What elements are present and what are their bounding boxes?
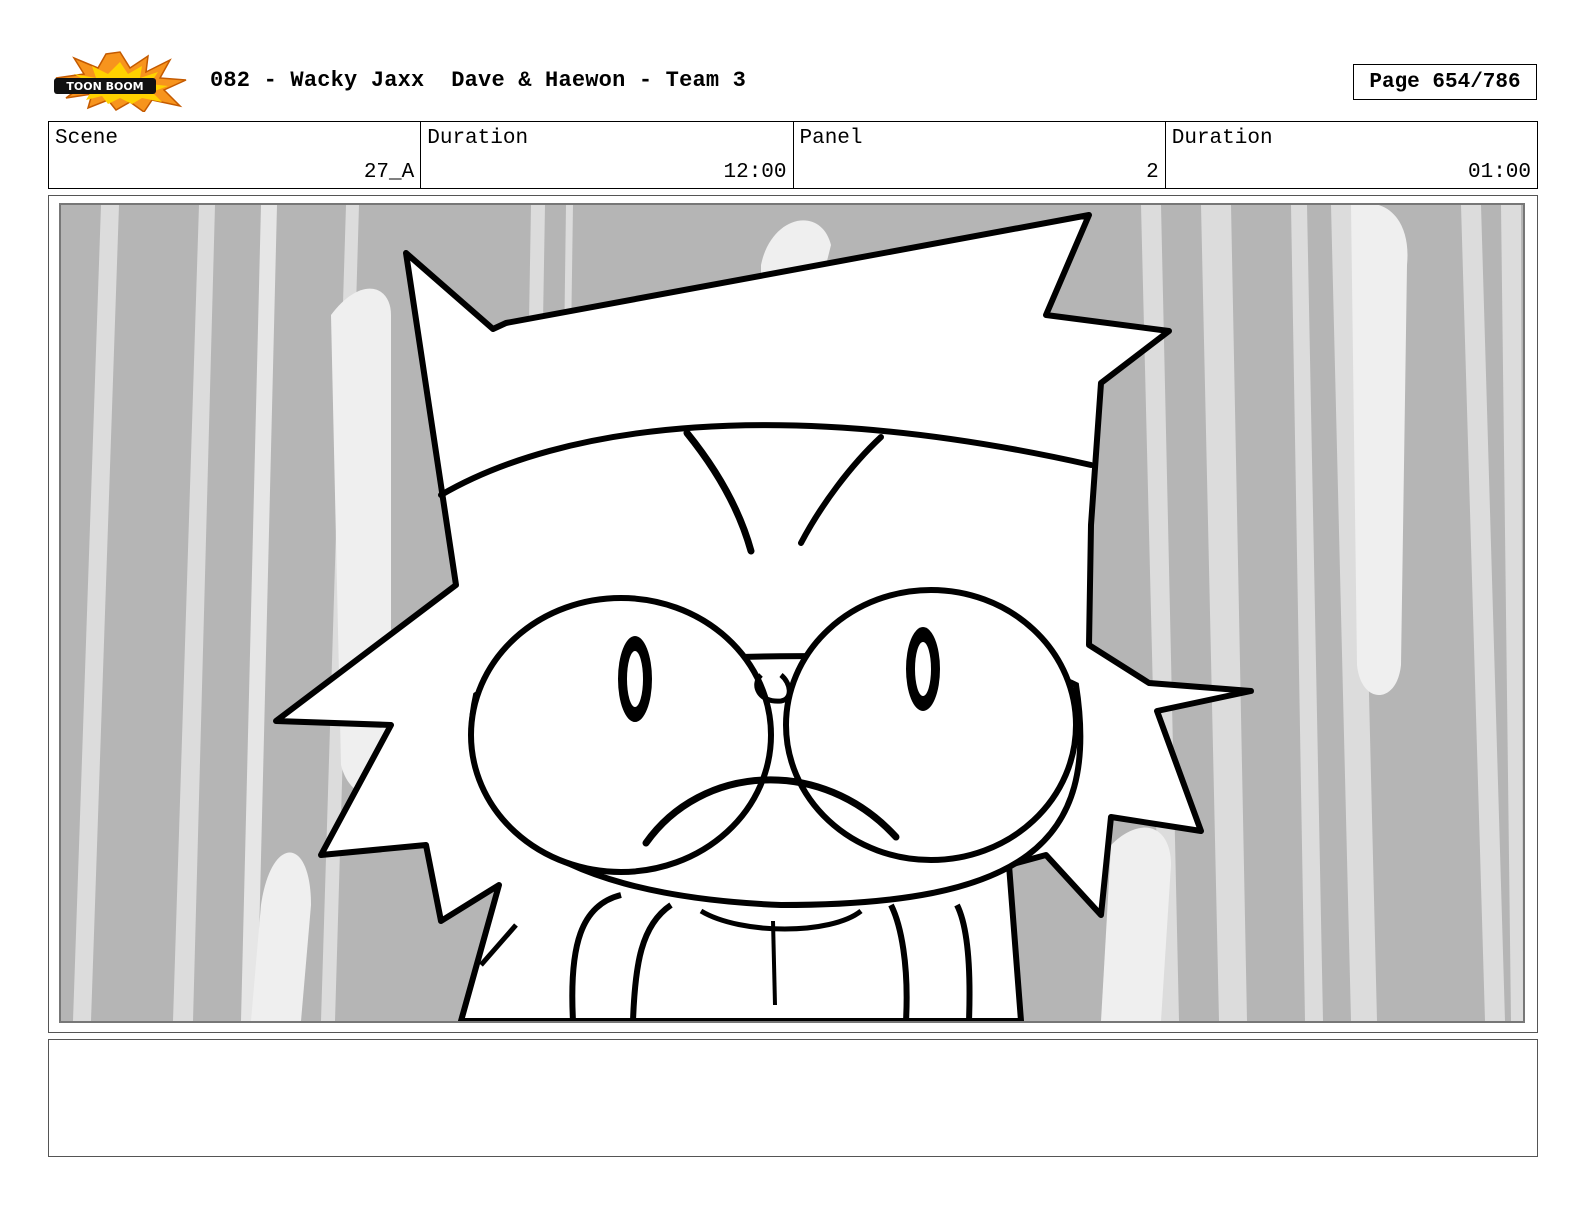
scene-duration-label: Duration bbox=[427, 127, 529, 150]
panel-label: Panel bbox=[799, 127, 863, 150]
storyboard-panel-image bbox=[59, 203, 1525, 1023]
logo-text: TOON BOOM bbox=[66, 80, 143, 93]
left-eye bbox=[468, 595, 774, 875]
panel-notes-box bbox=[48, 1039, 1538, 1157]
scene-duration-cell: Duration 12:00 bbox=[421, 122, 794, 188]
project-title: 082 - Wacky Jaxx Dave & Haewon - Team 3 bbox=[210, 68, 747, 93]
scene-cell: Scene 27_A bbox=[49, 122, 422, 188]
scene-duration-value: 12:00 bbox=[723, 161, 787, 184]
right-eye bbox=[783, 587, 1079, 863]
scene-value: 27_A bbox=[363, 161, 415, 184]
page-indicator: Page 654/786 bbox=[1353, 64, 1537, 100]
panel-cell: Panel 2 bbox=[794, 122, 1166, 188]
panel-info-table: Scene 27_A Duration 12:00 Panel 2 Durati… bbox=[48, 121, 1538, 189]
character-drawing bbox=[73, 205, 1523, 1021]
toon-boom-logo: TOON BOOM bbox=[52, 50, 188, 114]
panel-duration-cell: Duration 01:00 bbox=[1166, 122, 1537, 188]
scene-label: Scene bbox=[55, 127, 119, 150]
panel-notes-text bbox=[49, 1040, 1537, 1056]
panel-value: 2 bbox=[1146, 161, 1159, 184]
panel-duration-label: Duration bbox=[1171, 127, 1273, 150]
storyboard-panel-frame bbox=[48, 195, 1538, 1033]
panel-duration-value: 01:00 bbox=[1467, 161, 1531, 184]
